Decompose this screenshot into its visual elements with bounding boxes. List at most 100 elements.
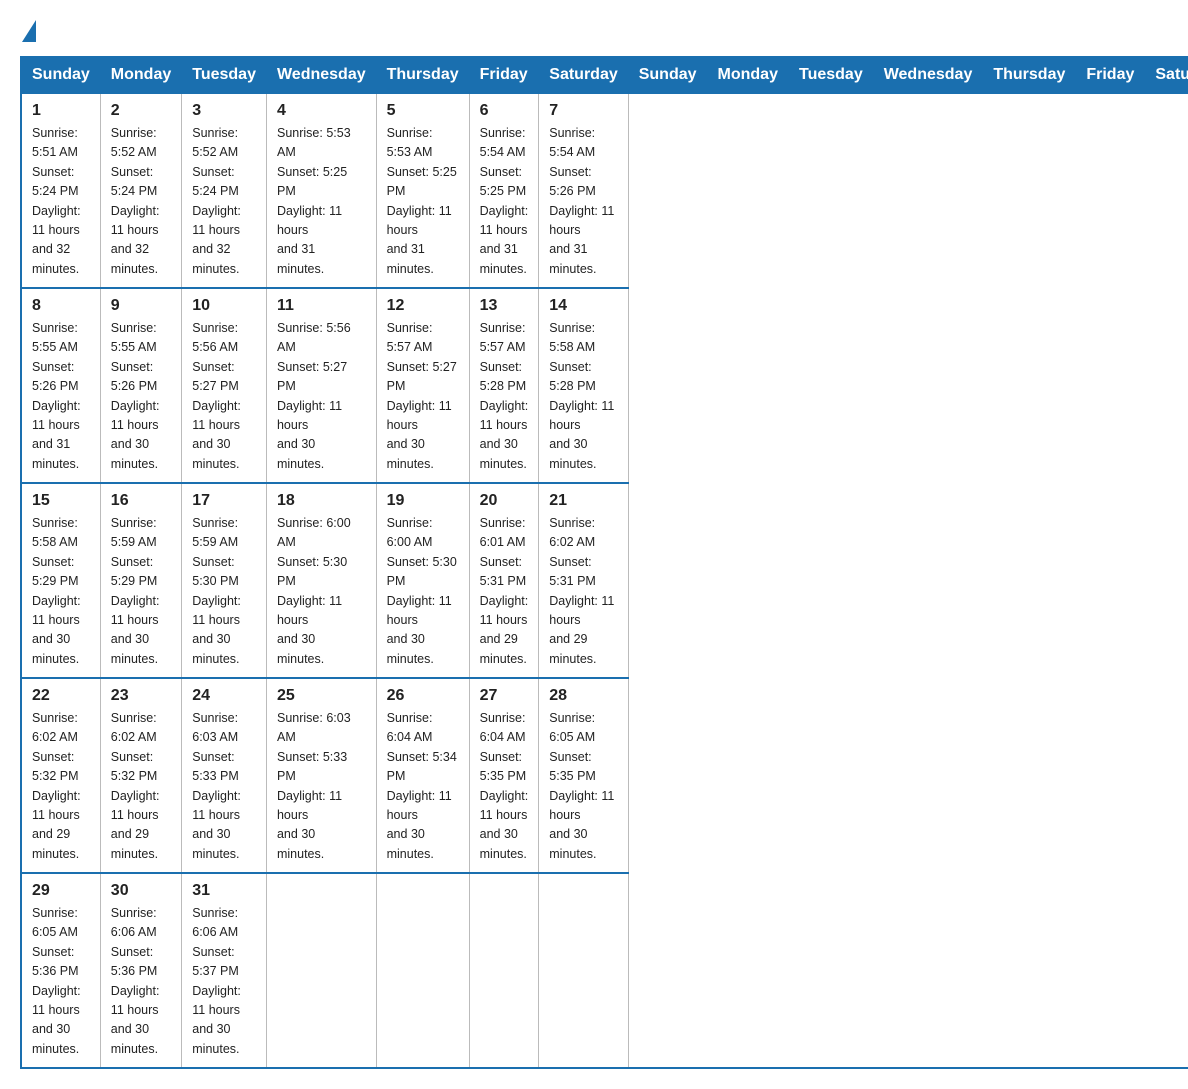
calendar-cell: 3 Sunrise: 5:52 AM Sunset: 5:24 PM Dayli… [182, 93, 267, 288]
day-info: Sunrise: 6:03 AM Sunset: 5:33 PM Dayligh… [192, 709, 256, 864]
day-info: Sunrise: 6:03 AM Sunset: 5:33 PM Dayligh… [277, 709, 366, 864]
day-number: 17 [192, 492, 256, 510]
day-info: Sunrise: 5:51 AM Sunset: 5:24 PM Dayligh… [32, 124, 90, 279]
day-number: 3 [192, 102, 256, 120]
day-info: Sunrise: 6:00 AM Sunset: 5:30 PM Dayligh… [277, 514, 366, 669]
calendar-cell: 31 Sunrise: 6:06 AM Sunset: 5:37 PM Dayl… [182, 873, 267, 1068]
day-number: 29 [32, 882, 90, 900]
day-info: Sunrise: 5:54 AM Sunset: 5:25 PM Dayligh… [480, 124, 529, 279]
day-info: Sunrise: 6:06 AM Sunset: 5:37 PM Dayligh… [192, 904, 256, 1059]
day-number: 25 [277, 687, 366, 705]
weekday-header-friday: Friday [1076, 57, 1145, 93]
weekday-header-monday: Monday [707, 57, 788, 93]
day-info: Sunrise: 6:02 AM Sunset: 5:31 PM Dayligh… [549, 514, 617, 669]
week-row-1: 1 Sunrise: 5:51 AM Sunset: 5:24 PM Dayli… [21, 93, 1188, 288]
calendar-table: SundayMondayTuesdayWednesdayThursdayFrid… [20, 56, 1188, 1069]
day-number: 9 [111, 297, 171, 315]
day-number: 21 [549, 492, 617, 510]
day-info: Sunrise: 5:55 AM Sunset: 5:26 PM Dayligh… [111, 319, 171, 474]
day-number: 5 [387, 102, 459, 120]
weekday-header-wednesday: Wednesday [873, 57, 983, 93]
calendar-cell: 20 Sunrise: 6:01 AM Sunset: 5:31 PM Dayl… [469, 483, 539, 678]
day-info: Sunrise: 6:02 AM Sunset: 5:32 PM Dayligh… [32, 709, 90, 864]
day-number: 19 [387, 492, 459, 510]
day-number: 16 [111, 492, 171, 510]
calendar-cell: 18 Sunrise: 6:00 AM Sunset: 5:30 PM Dayl… [266, 483, 376, 678]
day-info: Sunrise: 5:59 AM Sunset: 5:29 PM Dayligh… [111, 514, 171, 669]
calendar-cell: 15 Sunrise: 5:58 AM Sunset: 5:29 PM Dayl… [21, 483, 100, 678]
day-number: 23 [111, 687, 171, 705]
weekday-header-sunday: Sunday [21, 57, 100, 93]
calendar-cell: 1 Sunrise: 5:51 AM Sunset: 5:24 PM Dayli… [21, 93, 100, 288]
day-number: 4 [277, 102, 366, 120]
calendar-cell: 17 Sunrise: 5:59 AM Sunset: 5:30 PM Dayl… [182, 483, 267, 678]
logo [20, 20, 38, 38]
day-number: 27 [480, 687, 529, 705]
day-number: 8 [32, 297, 90, 315]
day-number: 28 [549, 687, 617, 705]
weekday-header-tuesday: Tuesday [182, 57, 267, 93]
weekday-header-thursday: Thursday [983, 57, 1076, 93]
day-info: Sunrise: 5:53 AM Sunset: 5:25 PM Dayligh… [277, 124, 366, 279]
calendar-cell: 4 Sunrise: 5:53 AM Sunset: 5:25 PM Dayli… [266, 93, 376, 288]
week-row-3: 15 Sunrise: 5:58 AM Sunset: 5:29 PM Dayl… [21, 483, 1188, 678]
calendar-cell: 30 Sunrise: 6:06 AM Sunset: 5:36 PM Dayl… [100, 873, 181, 1068]
calendar-cell: 29 Sunrise: 6:05 AM Sunset: 5:36 PM Dayl… [21, 873, 100, 1068]
day-info: Sunrise: 5:54 AM Sunset: 5:26 PM Dayligh… [549, 124, 617, 279]
calendar-cell: 11 Sunrise: 5:56 AM Sunset: 5:27 PM Dayl… [266, 288, 376, 483]
day-number: 1 [32, 102, 90, 120]
calendar-cell: 2 Sunrise: 5:52 AM Sunset: 5:24 PM Dayli… [100, 93, 181, 288]
day-number: 24 [192, 687, 256, 705]
day-number: 14 [549, 297, 617, 315]
weekday-header-row: SundayMondayTuesdayWednesdayThursdayFrid… [21, 57, 1188, 93]
weekday-header-wednesday: Wednesday [266, 57, 376, 93]
weekday-header-monday: Monday [100, 57, 181, 93]
weekday-header-thursday: Thursday [376, 57, 469, 93]
day-number: 11 [277, 297, 366, 315]
calendar-cell: 27 Sunrise: 6:04 AM Sunset: 5:35 PM Dayl… [469, 678, 539, 873]
calendar-cell: 24 Sunrise: 6:03 AM Sunset: 5:33 PM Dayl… [182, 678, 267, 873]
day-number: 13 [480, 297, 529, 315]
week-row-2: 8 Sunrise: 5:55 AM Sunset: 5:26 PM Dayli… [21, 288, 1188, 483]
calendar-cell [376, 873, 469, 1068]
day-info: Sunrise: 6:05 AM Sunset: 5:36 PM Dayligh… [32, 904, 90, 1059]
weekday-header-saturday: Saturday [539, 57, 628, 93]
weekday-header-sunday: Sunday [628, 57, 707, 93]
calendar-cell: 28 Sunrise: 6:05 AM Sunset: 5:35 PM Dayl… [539, 678, 628, 873]
day-number: 15 [32, 492, 90, 510]
calendar-cell: 16 Sunrise: 5:59 AM Sunset: 5:29 PM Dayl… [100, 483, 181, 678]
day-info: Sunrise: 5:52 AM Sunset: 5:24 PM Dayligh… [111, 124, 171, 279]
day-info: Sunrise: 5:59 AM Sunset: 5:30 PM Dayligh… [192, 514, 256, 669]
day-number: 30 [111, 882, 171, 900]
week-row-5: 29 Sunrise: 6:05 AM Sunset: 5:36 PM Dayl… [21, 873, 1188, 1068]
day-info: Sunrise: 5:58 AM Sunset: 5:28 PM Dayligh… [549, 319, 617, 474]
day-info: Sunrise: 6:01 AM Sunset: 5:31 PM Dayligh… [480, 514, 529, 669]
calendar-cell: 23 Sunrise: 6:02 AM Sunset: 5:32 PM Dayl… [100, 678, 181, 873]
calendar-cell: 6 Sunrise: 5:54 AM Sunset: 5:25 PM Dayli… [469, 93, 539, 288]
day-number: 22 [32, 687, 90, 705]
day-info: Sunrise: 5:58 AM Sunset: 5:29 PM Dayligh… [32, 514, 90, 669]
day-number: 7 [549, 102, 617, 120]
day-info: Sunrise: 5:57 AM Sunset: 5:28 PM Dayligh… [480, 319, 529, 474]
day-info: Sunrise: 5:53 AM Sunset: 5:25 PM Dayligh… [387, 124, 459, 279]
calendar-cell: 13 Sunrise: 5:57 AM Sunset: 5:28 PM Dayl… [469, 288, 539, 483]
day-info: Sunrise: 5:57 AM Sunset: 5:27 PM Dayligh… [387, 319, 459, 474]
calendar-cell [539, 873, 628, 1068]
day-info: Sunrise: 6:06 AM Sunset: 5:36 PM Dayligh… [111, 904, 171, 1059]
calendar-cell: 7 Sunrise: 5:54 AM Sunset: 5:26 PM Dayli… [539, 93, 628, 288]
calendar-cell: 19 Sunrise: 6:00 AM Sunset: 5:30 PM Dayl… [376, 483, 469, 678]
day-number: 31 [192, 882, 256, 900]
calendar-cell: 9 Sunrise: 5:55 AM Sunset: 5:26 PM Dayli… [100, 288, 181, 483]
day-number: 10 [192, 297, 256, 315]
day-number: 6 [480, 102, 529, 120]
day-info: Sunrise: 5:56 AM Sunset: 5:27 PM Dayligh… [192, 319, 256, 474]
day-info: Sunrise: 6:00 AM Sunset: 5:30 PM Dayligh… [387, 514, 459, 669]
day-number: 2 [111, 102, 171, 120]
calendar-cell: 14 Sunrise: 5:58 AM Sunset: 5:28 PM Dayl… [539, 288, 628, 483]
day-info: Sunrise: 5:55 AM Sunset: 5:26 PM Dayligh… [32, 319, 90, 474]
day-number: 12 [387, 297, 459, 315]
calendar-cell: 25 Sunrise: 6:03 AM Sunset: 5:33 PM Dayl… [266, 678, 376, 873]
calendar-cell: 22 Sunrise: 6:02 AM Sunset: 5:32 PM Dayl… [21, 678, 100, 873]
calendar-cell: 8 Sunrise: 5:55 AM Sunset: 5:26 PM Dayli… [21, 288, 100, 483]
calendar-cell [469, 873, 539, 1068]
